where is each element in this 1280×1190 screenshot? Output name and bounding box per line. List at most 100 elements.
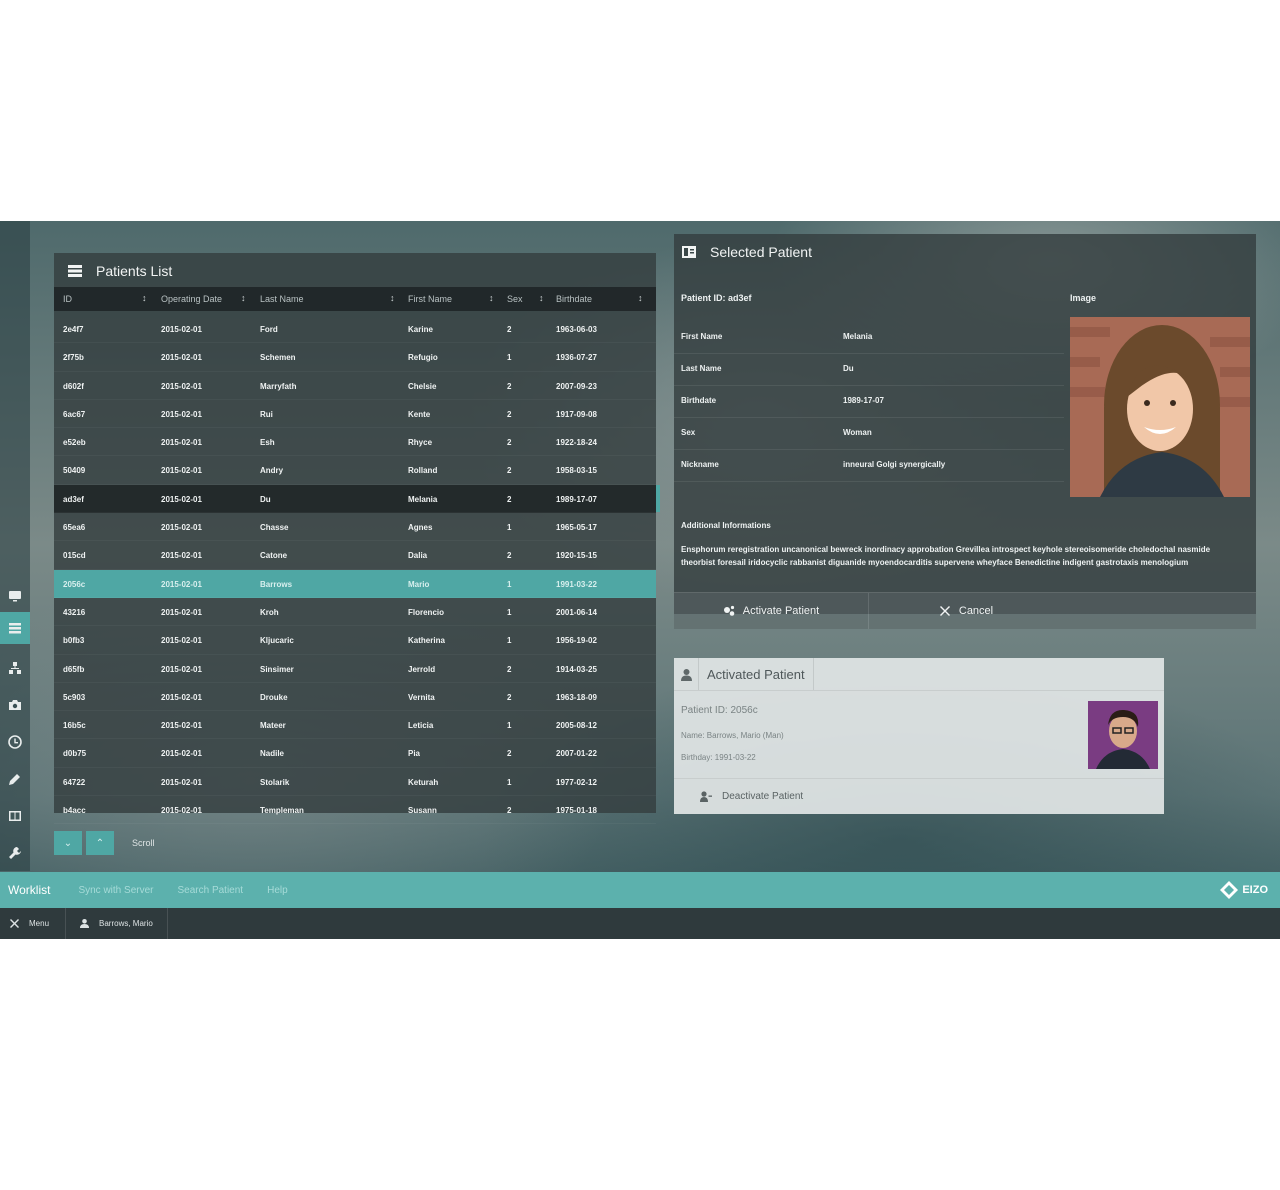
cell-sex: 2 [507, 551, 512, 561]
scroll-label: Scroll [132, 838, 155, 848]
scroll-up-button[interactable]: ⌃ [86, 831, 114, 855]
table-row[interactable]: 64722 2015-02-01 Stolarik Keturah 1 1977-02-1… [54, 768, 656, 797]
sidebar-button-columns[interactable] [2, 803, 28, 829]
table-row[interactable]: 50409 2015-02-01 Andry Rolland 2 1958-03-15 [54, 456, 656, 485]
table-row[interactable]: 16b5c 2015-02-01 Mateer Leticia 1 2005-08-12 [54, 711, 656, 740]
cell-id: 2f75b [63, 353, 84, 363]
divider [674, 481, 1064, 482]
cell-first-name: Keturah [408, 777, 439, 787]
cell-last-name: Andry [260, 466, 284, 476]
cell-birthdate: 2007-09-23 [556, 381, 597, 391]
cell-operating-date: 2015-02-01 [161, 438, 202, 448]
gears-icon [723, 605, 735, 616]
cell-operating-date: 2015-02-01 [161, 636, 202, 646]
hierarchy-icon [9, 662, 21, 674]
column-header-first-name[interactable]: First Name [408, 294, 452, 304]
table-row[interactable]: b0fb3 2015-02-01 Kljucaric Katherina 1 1956-1… [54, 626, 656, 655]
activate-patient-button[interactable]: Activate Patient [674, 593, 869, 629]
cell-id: ad3ef [63, 494, 84, 504]
table-row[interactable]: 5c903 2015-02-01 Drouke Vernita 2 1963-18-09 [54, 683, 656, 712]
activated-patient-id: Patient ID: 2056c [681, 705, 758, 716]
sidebar-button-wrench[interactable] [2, 840, 28, 866]
cancel-label: Cancel [958, 605, 994, 617]
cell-sex: 2 [507, 806, 512, 816]
activated-patient-birthday: Birthday: 1991-03-22 [681, 753, 756, 762]
sort-icon[interactable]: ↕ [241, 293, 246, 303]
column-header-last-name[interactable]: Last Name [260, 294, 304, 304]
sidebar-button-pencil[interactable] [2, 766, 28, 792]
sidebar-button-camera[interactable] [2, 692, 28, 718]
activated-patient-header: Activated Patient [674, 658, 814, 691]
current-user[interactable]: Barrows, Mario [66, 908, 168, 939]
sort-icon[interactable]: ↕ [539, 293, 544, 303]
cell-operating-date: 2015-02-01 [161, 551, 202, 561]
cell-last-name: Esh [260, 438, 275, 448]
sort-icon[interactable]: ↕ [489, 293, 494, 303]
pencil-icon [9, 774, 20, 785]
cell-last-name: Sinsimer [260, 664, 294, 674]
app-window: Patients List ID ↕ Operating Date ↕ Last Nam… [0, 221, 1280, 939]
table-row[interactable]: 015cd 2015-02-01 Catone Dalia 2 1920-15-15 [54, 541, 656, 570]
table-row[interactable]: 6ac67 2015-02-01 Rui Kente 2 1917-09-08 [54, 400, 656, 429]
divider [674, 385, 1064, 386]
column-header-sex[interactable]: Sex [507, 294, 523, 304]
sort-icon[interactable]: ↕ [142, 293, 147, 303]
patients-table-body: 2e4f7 2015-02-01 Ford Karine 2 1963-06-03 2f75… [54, 315, 660, 825]
column-header-operating-date[interactable]: Operating Date [161, 294, 222, 304]
cell-id: 16b5c [63, 721, 86, 731]
sidebar-button-clock[interactable] [2, 729, 28, 755]
table-row[interactable]: e52eb 2015-02-01 Esh Rhyce 2 1922-18-24 [54, 428, 656, 457]
cancel-button[interactable]: Cancel [869, 593, 1063, 629]
table-row[interactable]: ad3ef 2015-02-01 Du Melania 2 1989-17-07 [54, 484, 660, 514]
table-row[interactable]: d602f 2015-02-01 Marryfath Chelsie 2 2007-09-… [54, 372, 656, 400]
nav-search-patient[interactable]: Search Patient [177, 885, 243, 896]
sort-icon[interactable]: ↕ [390, 293, 395, 303]
cell-sex: 2 [507, 381, 512, 391]
cell-sex: 2 [507, 466, 512, 476]
field-value: inneural Golgi synergically [843, 460, 946, 469]
nav-help[interactable]: Help [267, 885, 288, 896]
menu-button[interactable]: Menu [0, 908, 67, 939]
cell-operating-date: 2015-02-01 [161, 466, 202, 476]
cell-id: d65fb [63, 664, 85, 674]
divider [674, 449, 1064, 450]
cell-last-name: Drouke [260, 692, 288, 702]
pager: ⌄ ⌃ Scroll [54, 831, 155, 855]
cell-birthdate: 1936-07-27 [556, 353, 597, 363]
cell-id: d602f [63, 381, 84, 391]
additional-info-text: Ensphorum reregistration uncanonical bew… [681, 545, 1211, 567]
cell-operating-date: 2015-02-01 [161, 409, 202, 419]
table-row[interactable]: d65fb 2015-02-01 Sinsimer Jerrold 2 1914-03-2… [54, 655, 656, 683]
cell-sex: 1 [507, 721, 512, 731]
sort-icon[interactable]: ↕ [638, 293, 643, 303]
cell-sex: 1 [507, 523, 512, 533]
table-row[interactable]: d0b75 2015-02-01 Nadile Pia 2 2007-01-22 [54, 739, 656, 768]
status-bar: Menu Barrows, Mario [0, 908, 1280, 939]
deactivate-patient-button[interactable]: Deactivate Patient [674, 778, 1164, 814]
cell-last-name: Catone [260, 551, 288, 561]
cell-id: 2056c [63, 579, 86, 589]
column-header-id[interactable]: ID [63, 294, 72, 304]
column-header-birthdate[interactable]: Birthdate [556, 294, 592, 304]
table-row[interactable]: 65ea6 2015-02-01 Chasse Agnes 1 1965-05-17 [54, 513, 656, 542]
cell-last-name: Nadile [260, 749, 285, 759]
table-row[interactable]: 43216 2015-02-01 Kroh Florencio 1 2001-06-14 [54, 598, 656, 627]
field-label: Sex [681, 428, 696, 437]
sidebar-button-list[interactable] [0, 612, 30, 644]
field-label: Birthdate [681, 396, 717, 405]
cell-last-name: Chasse [260, 523, 289, 533]
cell-birthdate: 2001-06-14 [556, 607, 597, 617]
cell-last-name: Barrows [260, 579, 293, 589]
nav-sync-with-server[interactable]: Sync with Server [78, 885, 153, 896]
table-row[interactable]: 2056c 2015-02-01 Barrows Mario 1 1991-03-22 [54, 569, 656, 598]
table-row[interactable]: 2f75b 2015-02-01 Schemen Refugio 1 1936-07-27 [54, 343, 656, 372]
menu-label: Menu [29, 919, 50, 928]
selected-patient-actions: Activate Patient Cancel [674, 592, 1256, 629]
sidebar-button-monitor[interactable] [2, 583, 28, 609]
table-row[interactable]: b4acc 2015-02-01 Templeman Susann 2 1975-01-1… [54, 796, 656, 825]
scroll-down-button[interactable]: ⌄ [54, 831, 82, 855]
sidebar-button-hierarchy[interactable] [2, 655, 28, 681]
cell-operating-date: 2015-02-01 [161, 806, 202, 816]
nav-worklist[interactable]: Worklist [8, 883, 50, 897]
table-row[interactable]: 2e4f7 2015-02-01 Ford Karine 2 1963-06-03 [54, 315, 656, 344]
